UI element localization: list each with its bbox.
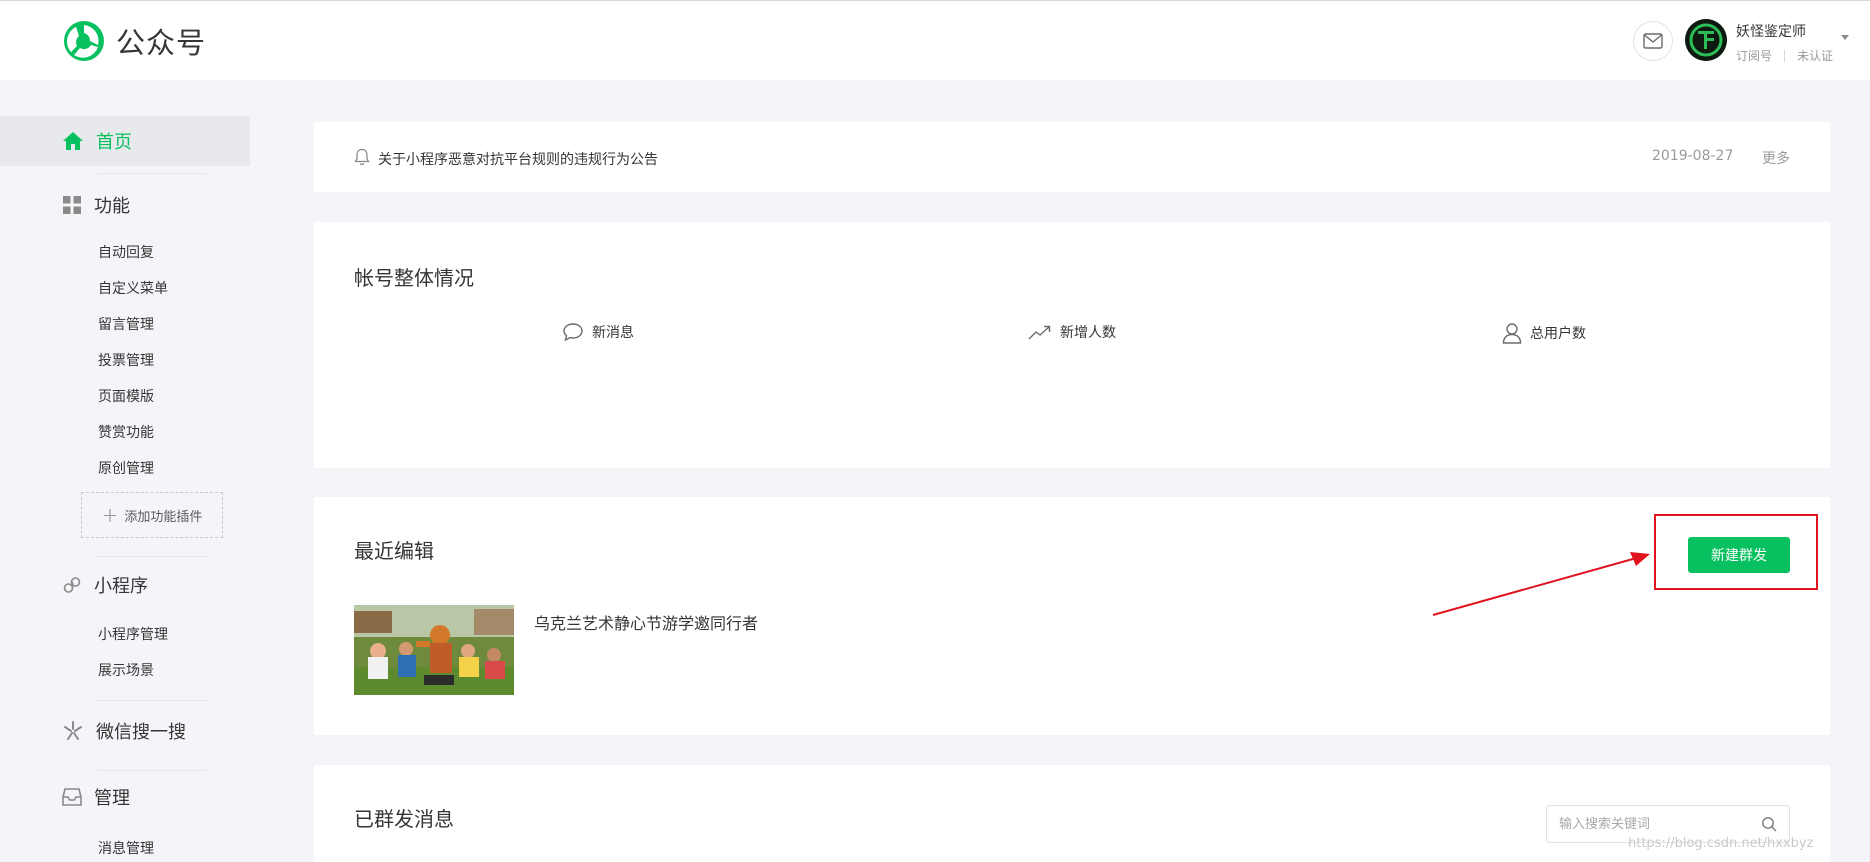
account-meta: 订阅号 未认证 <box>1736 47 1833 64</box>
chat-bubble-icon <box>563 323 583 342</box>
chevron-down-icon[interactable] <box>1841 35 1849 40</box>
stat-new-followers[interactable]: 新增人数 <box>1028 322 1116 342</box>
recent-edits-card: 最近编辑 新建群发 乌克兰艺术静心节游学邀同行者 <box>314 497 1830 735</box>
recent-title: 最近编辑 <box>354 539 434 563</box>
sidebar-group-label: 管理 <box>94 788 130 809</box>
brand-logo-icon <box>64 21 104 61</box>
account-overview-card: 帐号整体情况 新消息 新增人数 总用户数 <box>314 222 1830 468</box>
mail-icon <box>1643 33 1663 49</box>
grid-icon <box>63 196 81 214</box>
inbox-icon <box>62 788 82 806</box>
sidebar-item-scenes[interactable]: 展示场景 <box>98 660 154 680</box>
sidebar-divider <box>98 770 206 771</box>
home-icon <box>63 132 83 150</box>
notice-card: 关于小程序恶意对抗平台规则的违规行为公告 2019-08-27 更多 <box>314 122 1830 192</box>
account-name: 妖怪鉴定师 <box>1736 24 1806 40</box>
sidebar-item-custom-menu[interactable]: 自定义菜单 <box>98 278 168 298</box>
meta-divider <box>1784 49 1786 62</box>
sidebar-item-messages[interactable]: 消息管理 <box>98 838 154 858</box>
sidebar-group-label: 微信搜一搜 <box>96 722 186 743</box>
sidebar-group-functions[interactable]: 功能 <box>62 192 130 218</box>
article-cover-image <box>354 605 514 695</box>
watermark: https://blog.csdn.net/hxxbyz <box>1628 836 1814 851</box>
stat-label: 总用户数 <box>1530 326 1586 342</box>
stat-label: 新消息 <box>592 325 634 341</box>
search-icon[interactable] <box>1761 816 1777 832</box>
brand-name: 公众号 <box>116 26 207 60</box>
sidebar-item-comments[interactable]: 留言管理 <box>98 314 154 334</box>
account-status: 未认证 <box>1797 49 1834 63</box>
sent-messages-card: 已群发消息 <box>314 765 1830 862</box>
search-spark-icon <box>64 721 82 740</box>
article-title[interactable]: 乌克兰艺术静心节游学邀同行者 <box>534 610 758 634</box>
mail-button[interactable] <box>1633 21 1673 61</box>
account-type: 订阅号 <box>1736 49 1773 63</box>
account-info[interactable]: 妖怪鉴定师 订阅号 未认证 <box>1736 21 1833 64</box>
sidebar-divider <box>98 173 206 174</box>
sidebar-item-votes[interactable]: 投票管理 <box>98 350 154 370</box>
sidebar-group-label: 功能 <box>94 196 130 217</box>
sidebar-item-page-templates[interactable]: 页面模版 <box>98 386 154 406</box>
sidebar-item-label: 首页 <box>96 132 132 153</box>
stat-new-messages[interactable]: 新消息 <box>562 322 634 342</box>
top-bar: 公众号 妖怪鉴定师 订阅号 未认证 <box>0 0 1870 80</box>
sidebar-group-miniprogram[interactable]: 小程序 <box>62 572 148 598</box>
stat-total-users[interactable]: 总用户数 <box>1502 322 1586 344</box>
sidebar-divider <box>98 556 206 557</box>
sidebar-item-rewards[interactable]: 赞赏功能 <box>98 422 154 442</box>
search-input[interactable] <box>1559 816 1749 832</box>
plus-icon: + <box>101 503 119 527</box>
avatar-image <box>1685 19 1727 61</box>
user-icon <box>1502 323 1522 344</box>
article-thumbnail[interactable] <box>354 605 514 695</box>
miniprogram-icon <box>63 577 81 593</box>
sidebar-item-original[interactable]: 原创管理 <box>98 458 154 478</box>
avatar[interactable] <box>1685 19 1727 61</box>
notice-link[interactable]: 关于小程序恶意对抗平台规则的违规行为公告 <box>378 149 658 169</box>
bell-icon <box>354 148 370 166</box>
overview-title: 帐号整体情况 <box>354 266 474 290</box>
annotation-highlight-box <box>1654 514 1818 590</box>
trend-up-icon <box>1028 325 1051 340</box>
add-plugin-label: 添加功能插件 <box>124 509 203 525</box>
sidebar: 首页 功能 自动回复 自定义菜单 留言管理 投票管理 页面模版 赞赏功能 原创管… <box>0 80 250 862</box>
brand-logo[interactable]: 公众号 <box>62 19 206 63</box>
sidebar-group-wechat-search[interactable]: 微信搜一搜 <box>62 718 186 744</box>
sidebar-group-label: 小程序 <box>94 576 148 597</box>
add-plugin-button[interactable]: + 添加功能插件 <box>81 492 223 538</box>
sidebar-divider <box>98 700 206 701</box>
sidebar-item-miniprogram-manage[interactable]: 小程序管理 <box>98 624 168 644</box>
sidebar-item-auto-reply[interactable]: 自动回复 <box>98 242 154 262</box>
notice-date: 2019-08-27 <box>1652 148 1734 164</box>
stat-label: 新增人数 <box>1060 325 1116 341</box>
sent-title: 已群发消息 <box>354 807 454 831</box>
sidebar-group-management[interactable]: 管理 <box>62 784 130 810</box>
sidebar-item-home[interactable]: 首页 <box>0 116 250 166</box>
more-link[interactable]: 更多 <box>1762 148 1790 168</box>
